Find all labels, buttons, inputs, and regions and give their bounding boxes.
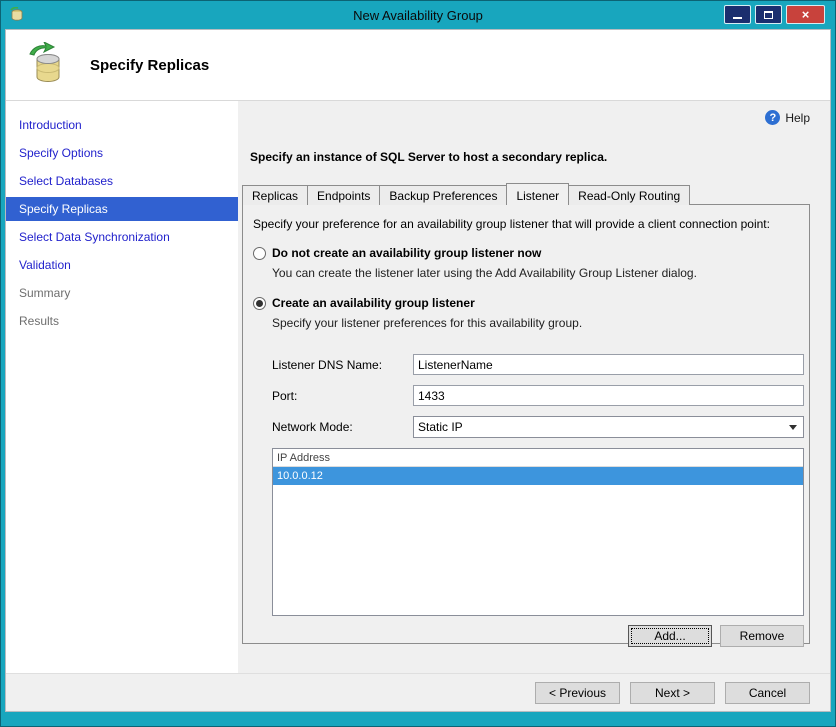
availability-group-icon bbox=[29, 42, 60, 82]
network-mode-value: Static IP bbox=[418, 420, 463, 434]
tab-endpoints[interactable]: Endpoints bbox=[307, 185, 381, 205]
radio-no-listener[interactable]: Do not create an availability group list… bbox=[253, 246, 804, 260]
titlebar: New Availability Group × bbox=[1, 1, 835, 29]
maximize-icon bbox=[764, 10, 773, 19]
tab-replicas[interactable]: Replicas bbox=[242, 185, 309, 205]
tab-listener[interactable]: Listener bbox=[506, 183, 570, 205]
tab-strip: Replicas Endpoints Backup Preferences Li… bbox=[242, 183, 810, 205]
sidebar-item-results: Results bbox=[19, 314, 60, 328]
app-icon bbox=[10, 7, 23, 21]
minimize-button[interactable] bbox=[724, 5, 751, 24]
ip-address-list: IP Address 10.0.0.12 bbox=[272, 448, 804, 616]
radio-no-listener-description: You can create the listener later using … bbox=[272, 266, 697, 280]
ip-address-column-header[interactable]: IP Address bbox=[273, 449, 803, 467]
main-panel: ? Help Specify an instance of SQL Server… bbox=[238, 101, 830, 673]
dns-name-row: Listener DNS Name: bbox=[272, 354, 804, 375]
add-button[interactable]: Add... bbox=[628, 625, 712, 647]
wizard-footer: < Previous Next > Cancel bbox=[6, 673, 830, 711]
radio-no-listener-label: Do not create an availability group list… bbox=[272, 246, 542, 260]
radio-create-listener-icon bbox=[253, 296, 266, 310]
radio-no-listener-icon bbox=[253, 246, 266, 260]
tab-backup-preferences[interactable]: Backup Preferences bbox=[379, 185, 508, 205]
wizard-content: Introduction Specify Options Select Data… bbox=[6, 101, 830, 673]
cancel-button[interactable]: Cancel bbox=[725, 681, 810, 704]
port-input[interactable] bbox=[413, 385, 804, 406]
help-icon: ? bbox=[765, 110, 781, 125]
sidebar-item-summary: Summary bbox=[19, 286, 71, 300]
caption-buttons: × bbox=[724, 5, 825, 24]
dns-name-input[interactable] bbox=[413, 354, 804, 375]
radio-create-listener-description: Specify your listener preferences for th… bbox=[272, 316, 583, 330]
listener-tab-panel: Specify your preference for an availabil… bbox=[242, 204, 810, 647]
network-mode-select[interactable]: Static IP bbox=[413, 416, 804, 438]
next-button[interactable]: Next > bbox=[630, 681, 715, 704]
help-label: Help bbox=[785, 110, 810, 125]
instruction-text: Specify an instance of SQL Server to hos… bbox=[250, 150, 608, 164]
sidebar-item-validation[interactable]: Validation bbox=[6, 251, 238, 279]
dns-name-label: Listener DNS Name: bbox=[272, 357, 383, 372]
ip-list-buttons: Add... Remove bbox=[251, 625, 804, 647]
wizard-steps-sidebar: Introduction Specify Options Select Data… bbox=[6, 101, 238, 673]
maximize-button[interactable] bbox=[755, 5, 782, 24]
network-mode-label: Network Mode: bbox=[272, 420, 353, 434]
new-availability-group-window: New Availability Group × Specify Replica… bbox=[0, 0, 836, 727]
sidebar-item-select-data-synchronization[interactable]: Select Data Synchronization bbox=[6, 223, 238, 251]
window-title: New Availability Group bbox=[353, 7, 483, 23]
minimize-icon bbox=[733, 16, 742, 19]
port-label: Port: bbox=[272, 388, 298, 403]
sidebar-item-specify-replicas[interactable]: Specify Replicas bbox=[6, 197, 238, 221]
listener-preference-text: Specify your preference for an availabil… bbox=[253, 217, 770, 231]
page-title: Specify Replicas bbox=[90, 56, 210, 74]
close-icon: × bbox=[801, 7, 810, 22]
ip-address-row[interactable]: 10.0.0.12 bbox=[273, 467, 803, 485]
wizard-header: Specify Replicas bbox=[6, 30, 830, 101]
network-mode-row: Network Mode: Static IP bbox=[272, 416, 804, 438]
previous-button[interactable]: < Previous bbox=[535, 681, 620, 704]
close-button[interactable]: × bbox=[786, 5, 825, 24]
dialog-body: Specify Replicas Introduction Specify Op… bbox=[5, 29, 831, 712]
help-link[interactable]: ? Help bbox=[242, 110, 810, 125]
sidebar-item-specify-options[interactable]: Specify Options bbox=[6, 139, 238, 167]
chevron-down-icon bbox=[789, 424, 797, 430]
tab-read-only-routing[interactable]: Read-Only Routing bbox=[568, 185, 691, 205]
port-row: Port: bbox=[272, 385, 804, 406]
radio-create-listener-label: Create an availability group listener bbox=[272, 296, 475, 310]
sidebar-item-introduction[interactable]: Introduction bbox=[6, 111, 238, 139]
remove-button[interactable]: Remove bbox=[720, 625, 804, 647]
radio-create-listener[interactable]: Create an availability group listener bbox=[253, 296, 804, 310]
sidebar-item-select-databases[interactable]: Select Databases bbox=[6, 167, 238, 195]
